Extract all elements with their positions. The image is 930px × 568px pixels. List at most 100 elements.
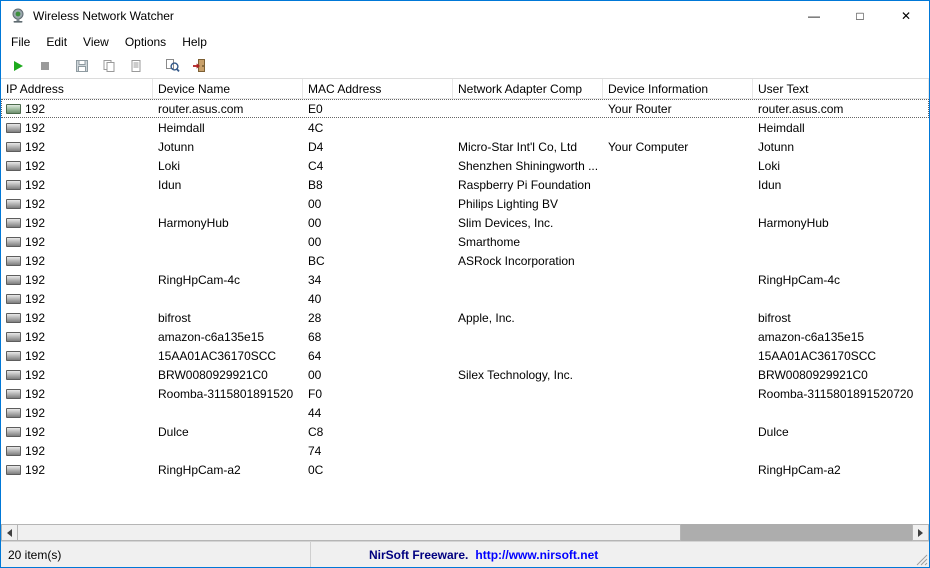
freeware-label: NirSoft Freeware.	[369, 548, 468, 562]
device-information	[603, 460, 753, 479]
ip-address: 192	[25, 273, 45, 287]
device-icon	[6, 199, 21, 209]
mac-address: 40	[303, 289, 453, 308]
scroll-right-button[interactable]	[912, 524, 929, 541]
table-row[interactable]: 192 bifrost 28 Apple, Inc. bifrost	[1, 308, 929, 327]
user-text: Loki	[753, 156, 929, 175]
ip-address: 192	[25, 121, 45, 135]
mac-address: 0C	[303, 460, 453, 479]
toolbar	[1, 53, 929, 79]
ip-address: 192	[25, 159, 45, 173]
user-text: amazon-c6a135e15	[753, 327, 929, 346]
network-adapter-company: Apple, Inc.	[453, 308, 603, 327]
table-row[interactable]: 192 15AA01AC36170SCC 64 15AA01AC36170SCC	[1, 346, 929, 365]
close-button[interactable]: ✕	[883, 1, 929, 31]
column-header-user-text[interactable]: User Text	[753, 79, 929, 98]
device-name: router.asus.com	[153, 99, 303, 118]
scrollbar-track[interactable]	[681, 524, 912, 541]
device-name: Loki	[153, 156, 303, 175]
ip-address: 192	[25, 197, 45, 211]
network-adapter-company: Silex Technology, Inc.	[453, 365, 603, 384]
find-button[interactable]	[161, 55, 184, 77]
properties-button[interactable]	[124, 55, 147, 77]
scroll-left-button[interactable]	[1, 524, 18, 541]
user-text: BRW0080929921C0	[753, 365, 929, 384]
device-icon	[6, 294, 21, 304]
nirsoft-link[interactable]: http://www.nirsoft.net	[475, 548, 598, 562]
table-row[interactable]: 192 Jotunn D4 Micro-Star Int'l Co, Ltd Y…	[1, 137, 929, 156]
table-row[interactable]: 192 BC ASRock Incorporation	[1, 251, 929, 270]
device-information	[603, 232, 753, 251]
table-body: 192 router.asus.com E0 Your Router route…	[1, 99, 929, 524]
table-row[interactable]: 192 74	[1, 441, 929, 460]
table-row[interactable]: 192 Dulce C8 Dulce	[1, 422, 929, 441]
column-header-adapter[interactable]: Network Adapter Comp	[453, 79, 603, 98]
device-name: bifrost	[153, 308, 303, 327]
table-row[interactable]: 192 44	[1, 403, 929, 422]
menu-options[interactable]: Options	[117, 32, 174, 52]
table-row[interactable]: 192 00 Smarthome	[1, 232, 929, 251]
ip-address: 192	[25, 463, 45, 477]
window-controls: — □ ✕	[791, 1, 929, 31]
menu-help[interactable]: Help	[174, 32, 215, 52]
horizontal-scrollbar[interactable]	[1, 524, 929, 541]
mac-address: 28	[303, 308, 453, 327]
table-row[interactable]: 192 RingHpCam-a2 0C RingHpCam-a2	[1, 460, 929, 479]
table-row[interactable]: 192 HarmonyHub 00 Slim Devices, Inc. Har…	[1, 213, 929, 232]
device-information	[603, 251, 753, 270]
mac-address: E0	[303, 99, 453, 118]
table-row[interactable]: 192 Idun B8 Raspberry Pi Foundation Idun	[1, 175, 929, 194]
app-icon	[9, 7, 27, 25]
device-icon	[6, 465, 21, 475]
device-information	[603, 365, 753, 384]
network-adapter-company: Micro-Star Int'l Co, Ltd	[453, 137, 603, 156]
ip-address: 192	[25, 311, 45, 325]
device-icon	[6, 180, 21, 190]
device-icon	[6, 123, 21, 133]
table-row[interactable]: 192 00 Philips Lighting BV	[1, 194, 929, 213]
mac-address: 34	[303, 270, 453, 289]
network-adapter-company: Shenzhen Shiningworth ...	[453, 156, 603, 175]
table-row[interactable]: 192 Loki C4 Shenzhen Shiningworth ... Lo…	[1, 156, 929, 175]
device-information	[603, 270, 753, 289]
menu-file[interactable]: File	[3, 32, 38, 52]
copy-button[interactable]	[97, 55, 120, 77]
maximize-button[interactable]: □	[837, 1, 883, 31]
network-adapter-company	[453, 99, 603, 118]
table-row[interactable]: 192 RingHpCam-4c 34 RingHpCam-4c	[1, 270, 929, 289]
device-icon	[6, 408, 21, 418]
user-text: Roomba-3115801891520720	[753, 384, 929, 403]
column-header-device-name[interactable]: Device Name	[153, 79, 303, 98]
mac-address: 4C	[303, 118, 453, 137]
table-row[interactable]: 192 40	[1, 289, 929, 308]
column-header-device-info[interactable]: Device Information	[603, 79, 753, 98]
menu-view[interactable]: View	[75, 32, 117, 52]
window-title: Wireless Network Watcher	[33, 9, 174, 23]
device-information: Your Router	[603, 99, 753, 118]
device-name: RingHpCam-a2	[153, 460, 303, 479]
column-header-mac[interactable]: MAC Address	[303, 79, 453, 98]
menu-edit[interactable]: Edit	[38, 32, 75, 52]
user-text: RingHpCam-4c	[753, 270, 929, 289]
minimize-button[interactable]: —	[791, 1, 837, 31]
column-header-ip[interactable]: IP Address	[1, 79, 153, 98]
items-count: 20 item(s)	[1, 542, 311, 567]
device-information	[603, 327, 753, 346]
device-name: Idun	[153, 175, 303, 194]
table-row[interactable]: 192 router.asus.com E0 Your Router route…	[1, 99, 929, 118]
user-text	[753, 289, 929, 308]
device-information	[603, 308, 753, 327]
device-name	[153, 232, 303, 251]
device-information	[603, 422, 753, 441]
table-row[interactable]: 192 Roomba-3115801891520 F0 Roomba-31158…	[1, 384, 929, 403]
exit-button[interactable]	[188, 55, 211, 77]
resize-grip[interactable]	[914, 552, 928, 566]
device-name	[153, 251, 303, 270]
save-button[interactable]	[70, 55, 93, 77]
table-row[interactable]: 192 amazon-c6a135e15 68 amazon-c6a135e15	[1, 327, 929, 346]
table-row[interactable]: 192 Heimdall 4C Heimdall	[1, 118, 929, 137]
start-scan-button[interactable]	[6, 55, 29, 77]
table-row[interactable]: 192 BRW0080929921C0 00 Silex Technology,…	[1, 365, 929, 384]
stop-scan-button[interactable]	[33, 55, 56, 77]
scrollbar-thumb[interactable]	[18, 524, 681, 541]
